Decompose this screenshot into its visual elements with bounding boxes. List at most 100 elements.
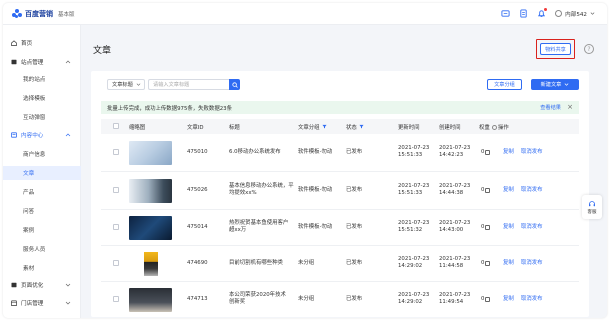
created-date: 2021-07-23 xyxy=(439,220,471,226)
sidebar-item-label: 文章 xyxy=(23,171,35,177)
updated-time: 14:29:02 xyxy=(398,299,423,305)
message-icon[interactable] xyxy=(501,9,510,18)
copy-link[interactable]: 复制 xyxy=(503,224,514,231)
article-title-line2[interactable]: 创新奖 xyxy=(229,299,245,306)
col-status-label: 状态 xyxy=(346,125,357,131)
paw-logo-icon xyxy=(12,9,22,19)
weight-cell[interactable]: 0 xyxy=(481,187,491,193)
search-button[interactable] xyxy=(229,79,240,90)
article-thumbnail xyxy=(129,252,172,276)
sidebar-item-home[interactable]: 首页 xyxy=(3,36,81,50)
sidebar-item-label: 产品 xyxy=(23,190,35,196)
updated-time: 14:29:02 xyxy=(398,263,423,269)
col-category-label: 文章分组 xyxy=(298,125,320,131)
updated-date: 2021-07-23 xyxy=(398,145,430,151)
article-title[interactable]: 本公司荣获2020年技术 xyxy=(229,292,286,299)
help-icon[interactable]: ? xyxy=(584,44,594,54)
unpublish-link[interactable]: 取消发布 xyxy=(521,260,543,267)
updated-date: 2021-07-23 xyxy=(398,256,430,262)
copy-link[interactable]: 复制 xyxy=(503,187,514,194)
sidebar-item-label: 互动弹窗 xyxy=(23,115,46,121)
updated-date: 2021-07-23 xyxy=(398,292,430,298)
user-menu[interactable]: 内部542 xyxy=(555,10,595,18)
brand-logo[interactable]: 百度营销 基本版 xyxy=(12,9,75,19)
article-title[interactable]: 基本信息移动办公系统，平 xyxy=(229,183,294,190)
updated-time: 15:51:33 xyxy=(398,152,423,158)
created-date: 2021-07-23 xyxy=(439,183,471,189)
article-title[interactable]: 热烈祝贺基本鱼使用客户 xyxy=(229,220,288,227)
sidebar-item-label: 素材 xyxy=(23,266,35,272)
unpublish-link[interactable]: 取消发布 xyxy=(521,224,543,231)
edit-icon[interactable] xyxy=(485,260,491,266)
edit-icon[interactable] xyxy=(485,296,491,302)
bell-icon[interactable] xyxy=(537,8,548,18)
edit-icon[interactable] xyxy=(485,224,491,230)
copy-link[interactable]: 复制 xyxy=(503,149,514,156)
weight-cell[interactable]: 0 xyxy=(481,149,491,155)
sidebar-item-materials[interactable]: 素材 xyxy=(3,261,81,275)
sidebar-item-articles[interactable]: 文章 xyxy=(3,166,81,180)
sidebar-item-popup[interactable]: 互动弹窗 xyxy=(3,110,81,124)
sidebar-item-staff[interactable]: 服务人员 xyxy=(3,242,81,256)
article-id: 474690 xyxy=(187,260,208,266)
filter-field-select[interactable]: 文章标题 xyxy=(107,79,145,90)
sidebar-item-label: 页面优化 xyxy=(21,283,44,289)
sidebar-item-label: 问答 xyxy=(23,209,35,215)
article-id: 475010 xyxy=(187,149,208,155)
row-checkbox[interactable] xyxy=(113,224,119,230)
article-thumbnail xyxy=(129,141,172,165)
weight-cell[interactable]: 0 xyxy=(481,296,491,302)
sidebar-group-page-optimize[interactable]: 页面优化 xyxy=(3,278,81,292)
filter-icon[interactable] xyxy=(321,124,327,131)
sidebar-group-content[interactable]: 内容中心 xyxy=(3,128,81,142)
created-date: 2021-07-23 xyxy=(439,145,471,151)
sidebar-item-qa[interactable]: 问答 xyxy=(3,204,81,218)
sidebar-item-merchant[interactable]: 商户信息 xyxy=(3,147,81,161)
col-status[interactable]: 状态 xyxy=(346,123,364,131)
article-category-button[interactable]: 文章分组 xyxy=(487,79,522,90)
article-title-line2[interactable]: 均提效xx% xyxy=(229,190,257,197)
new-article-label: 新建文章 xyxy=(540,82,562,88)
created-time: 14:44:38 xyxy=(439,190,464,196)
sidebar-group-site[interactable]: 站点管理 xyxy=(3,55,81,69)
search-input[interactable]: 请输入文章标题 xyxy=(148,79,229,90)
sidebar: 首页 站点管理 我的站点 选择模板 互动弹窗 内容中心 商户信息 文章 产品 问… xyxy=(3,25,81,318)
copy-link[interactable]: 复制 xyxy=(503,296,514,303)
copy-link[interactable]: 复制 xyxy=(503,260,514,267)
filter-icon[interactable] xyxy=(359,124,364,131)
unpublish-link[interactable]: 取消发布 xyxy=(521,187,543,194)
document-icon[interactable] xyxy=(519,9,528,18)
col-updated: 更新时间 xyxy=(398,125,420,131)
article-title[interactable]: 6.0移动办公系统发布 xyxy=(229,149,281,156)
row-checkbox[interactable] xyxy=(113,187,119,193)
customer-service-widget[interactable]: 客服 xyxy=(582,195,602,219)
row-checkbox[interactable] xyxy=(113,149,119,155)
row-checkbox[interactable] xyxy=(113,296,119,302)
weight-value: 0 xyxy=(481,224,485,230)
new-article-button[interactable]: 新建文章 xyxy=(531,79,579,90)
weight-cell[interactable]: 0 xyxy=(481,224,491,230)
view-results-link[interactable]: 查看结果 xyxy=(540,104,561,111)
sidebar-group-store[interactable]: 门店管理 xyxy=(3,296,81,310)
sidebar-item-my-site[interactable]: 我的站点 xyxy=(3,72,81,86)
created-date: 2021-07-23 xyxy=(439,292,471,298)
table-row: 475010 6.0移动办公系统发布 软件模板-勿动 已发布 2021-07-2… xyxy=(101,134,579,172)
sidebar-item-templates[interactable]: 选择模板 xyxy=(3,91,81,105)
close-icon[interactable]: × xyxy=(567,103,573,111)
row-checkbox[interactable] xyxy=(113,260,119,266)
weight-cell[interactable]: 0 xyxy=(481,260,491,266)
col-category[interactable]: 文章分组 xyxy=(298,123,327,131)
article-title-line2[interactable]: 超xx万 xyxy=(229,227,246,234)
sidebar-item-label: 站点管理 xyxy=(21,60,44,66)
sidebar-item-products[interactable]: 产品 xyxy=(3,185,81,199)
material-share-button[interactable]: 物料共享 xyxy=(540,43,571,55)
select-all-checkbox[interactable] xyxy=(113,123,119,129)
edit-icon[interactable] xyxy=(485,149,491,155)
article-title[interactable]: 目前切割机有哪些种类 xyxy=(229,260,283,267)
edit-icon[interactable] xyxy=(485,187,491,193)
sidebar-item-cases[interactable]: 案例 xyxy=(3,223,81,237)
unpublish-link[interactable]: 取消发布 xyxy=(521,296,543,303)
chevron-down-icon xyxy=(590,11,595,16)
article-thumbnail xyxy=(129,216,172,240)
unpublish-link[interactable]: 取消发布 xyxy=(521,149,543,156)
